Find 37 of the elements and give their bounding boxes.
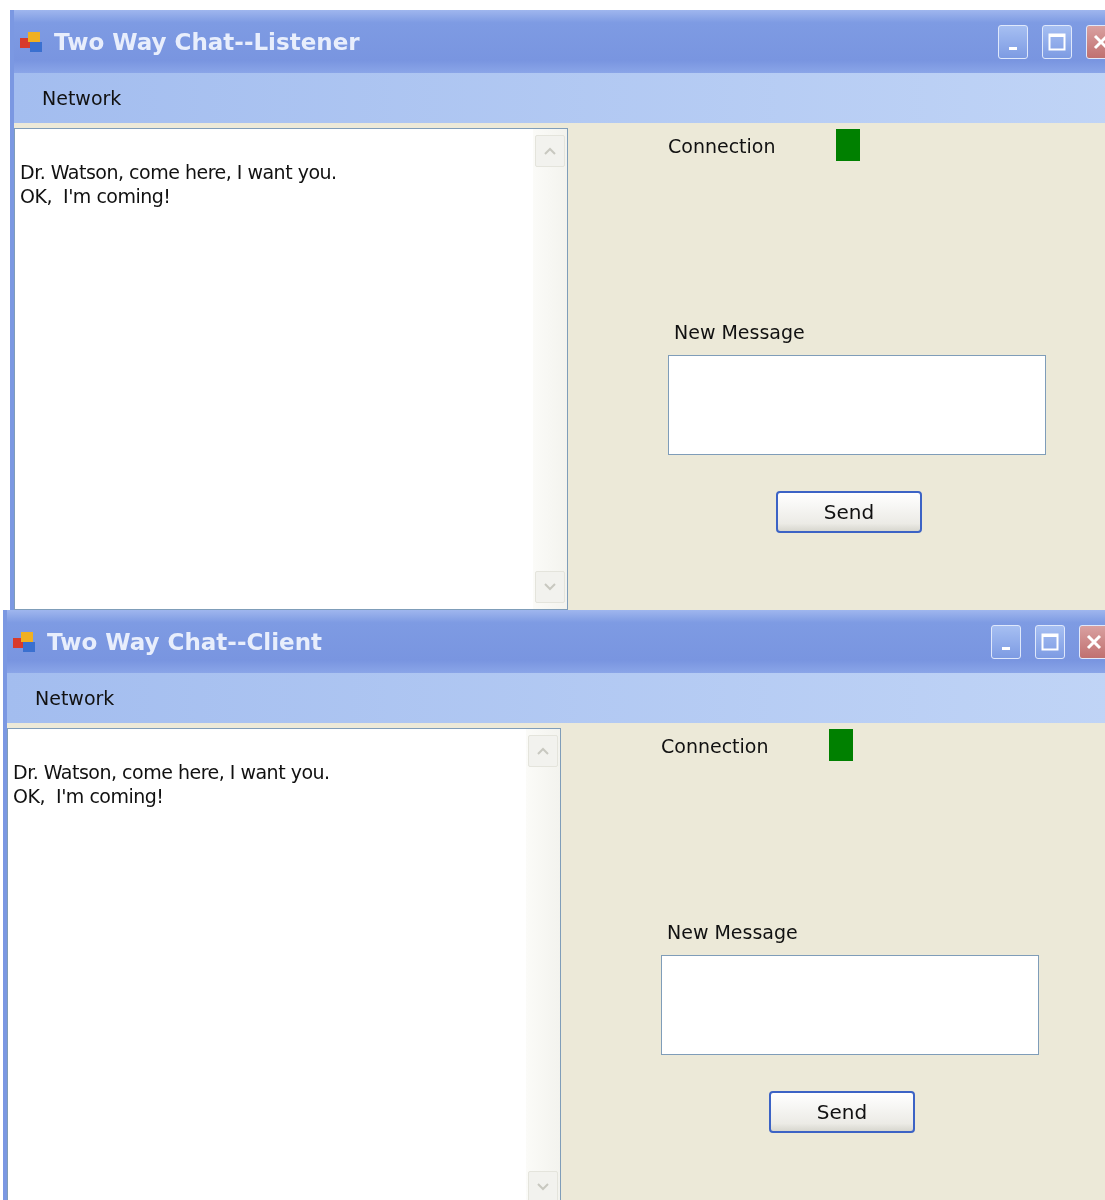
maximize-button[interactable] [1035, 624, 1065, 659]
window-title: Two Way Chat--Client [47, 628, 324, 655]
maximize-icon [1048, 32, 1066, 51]
minimize-button[interactable] [998, 24, 1028, 59]
up-chevron-icon [543, 146, 557, 156]
scroll-up-button[interactable] [528, 735, 558, 767]
minimize-icon [1002, 647, 1010, 650]
down-chevron-icon [536, 1182, 550, 1192]
chat-message: OK, I'm coming! [13, 785, 165, 807]
connection-label: Connection [668, 135, 776, 157]
scroll-up-button[interactable] [535, 135, 565, 167]
menu-item[interactable]: Network [29, 683, 121, 713]
chat-message: OK, I'm coming! [20, 185, 172, 207]
app-icon [13, 629, 37, 654]
new-message-label: New Message [667, 921, 799, 943]
maximize-icon [1041, 632, 1059, 651]
close-button[interactable] [1079, 624, 1105, 659]
menu-item[interactable]: Network [36, 83, 128, 113]
app-icon [20, 29, 44, 54]
chat-message: Dr. Watson, come here, I want you. [13, 761, 331, 783]
scroll-down-button[interactable] [528, 1171, 558, 1200]
minimize-icon [1009, 47, 1017, 50]
send-button[interactable]: Send [769, 1091, 915, 1133]
scroll-down-button[interactable] [535, 571, 565, 603]
connection-label: Connection [661, 735, 769, 757]
chat-message: Dr. Watson, come here, I want you. [20, 161, 338, 183]
message-input-field[interactable] [661, 955, 1039, 1055]
close-icon [1085, 632, 1103, 651]
window-title: Two Way Chat--Listener [54, 28, 361, 55]
close-icon [1092, 32, 1105, 51]
new-message-label: New Message [674, 321, 806, 343]
minimize-button[interactable] [991, 624, 1021, 659]
up-chevron-icon [536, 746, 550, 756]
down-chevron-icon [543, 582, 557, 592]
maximize-button[interactable] [1042, 24, 1072, 59]
send-button[interactable]: Send [776, 491, 922, 533]
message-input-field[interactable] [668, 355, 1046, 455]
